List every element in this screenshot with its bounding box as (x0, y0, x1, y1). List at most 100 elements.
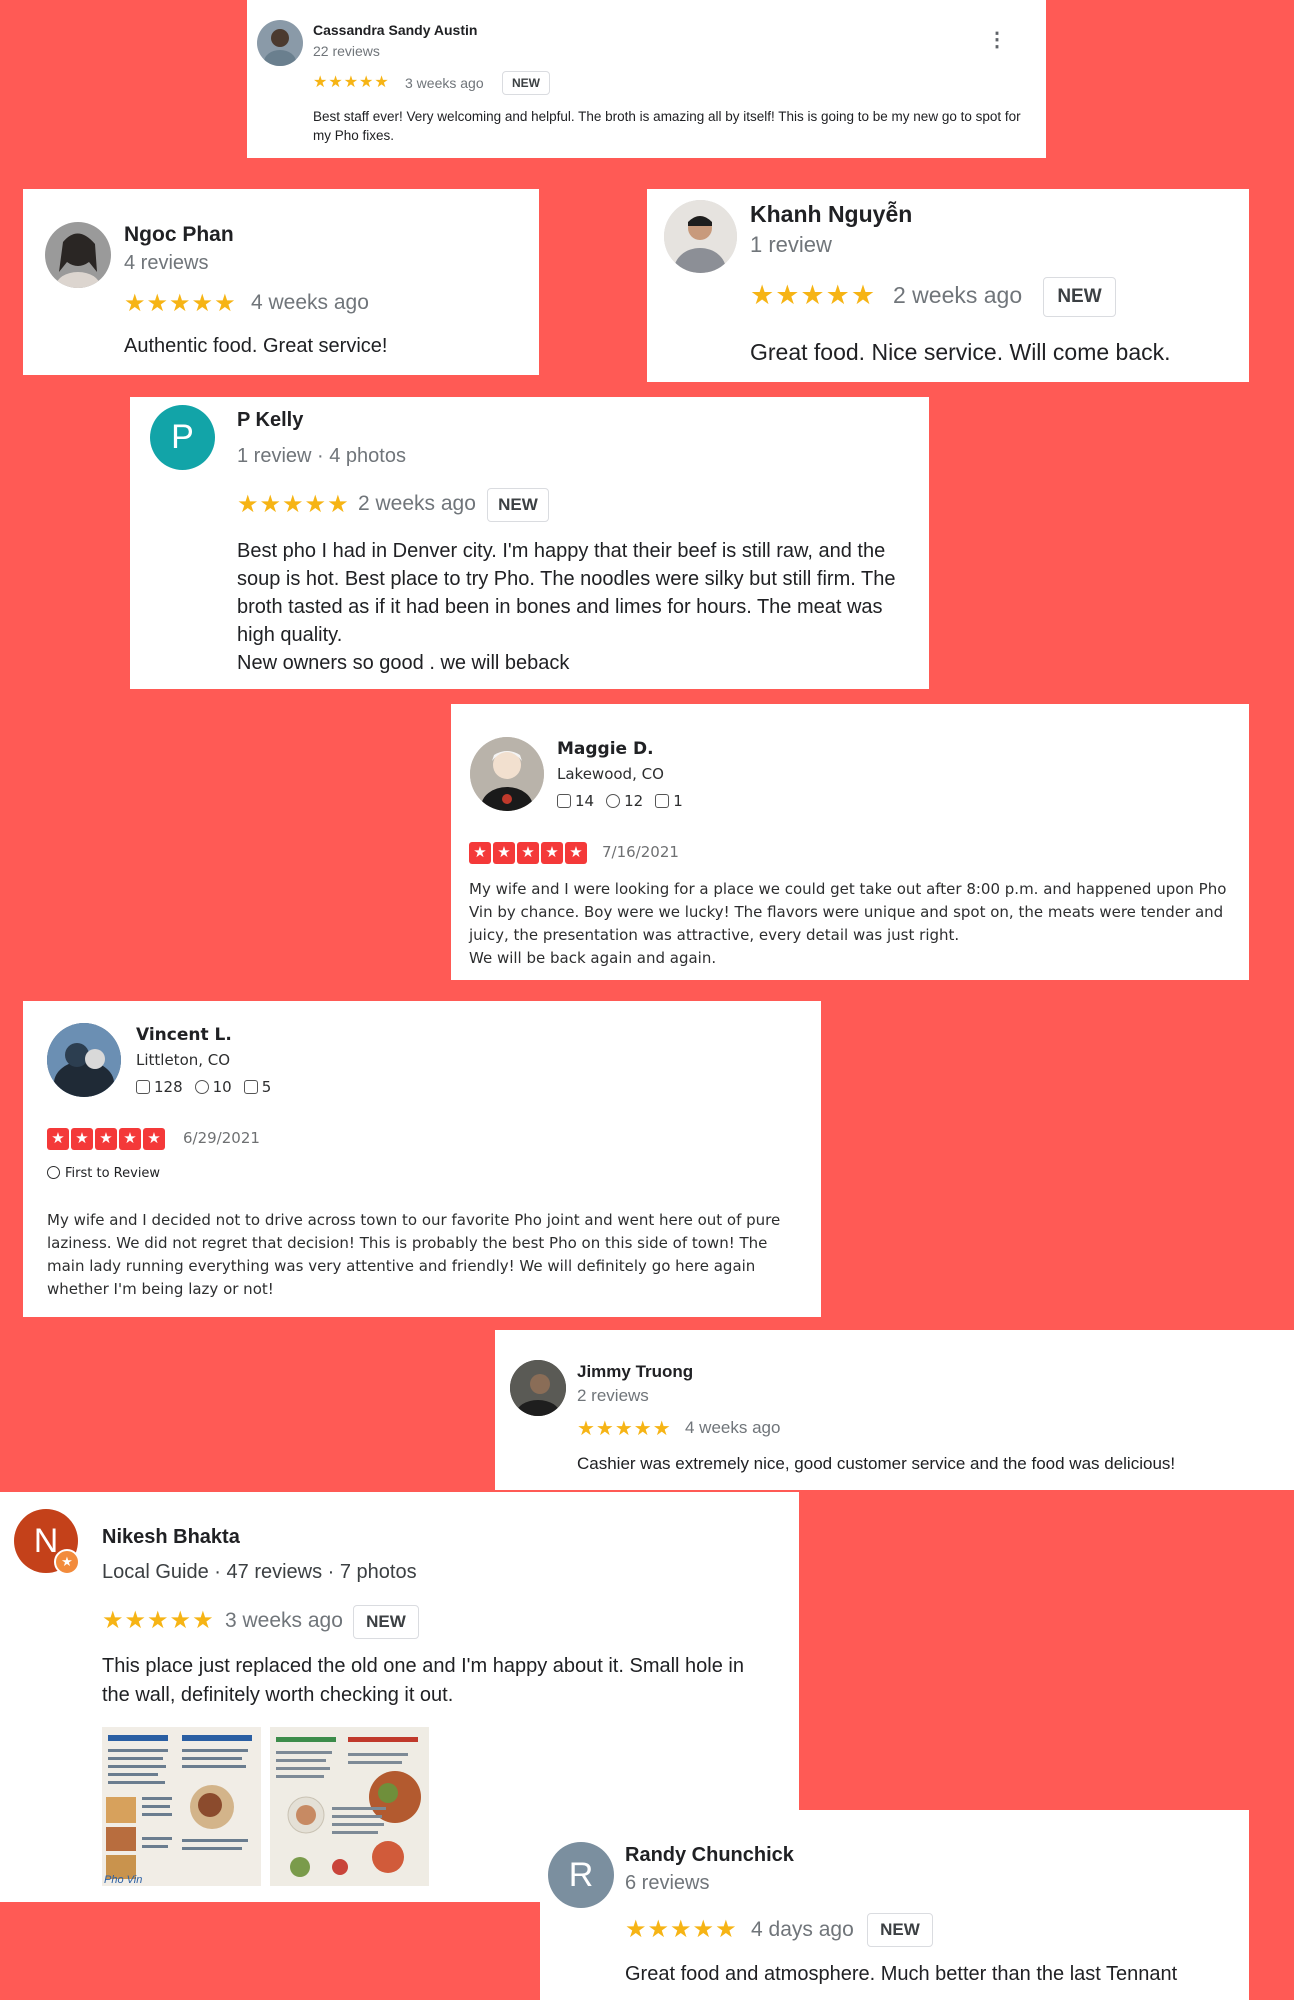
reviews-count: 12 (606, 792, 643, 810)
reviewer-name[interactable]: Vincent L. (136, 1025, 232, 1045)
review-text: Best pho I had in Denver city. I'm happy… (237, 537, 917, 677)
photo-icon (243, 1080, 258, 1094)
avatar[interactable] (45, 222, 111, 288)
more-vert-icon[interactable]: ⋮ (987, 30, 1007, 50)
review-date: 4 weeks ago (251, 291, 369, 314)
review-photo[interactable]: Pho Vin (102, 1727, 261, 1886)
reviewer-name[interactable]: Nikesh Bhakta (102, 1526, 240, 1549)
reviewer-name[interactable]: Ngoc Phan (124, 223, 234, 247)
star-icon: ★ (541, 842, 563, 864)
review-text-line: My wife and I were looking for a place w… (469, 880, 1227, 898)
reviewer-stats: 128 10 5 (136, 1078, 271, 1096)
local-guide-star-icon: ★ (54, 1549, 80, 1575)
review-text: Best staff ever! Very welcoming and help… (313, 109, 1021, 143)
new-badge: NEW (1043, 277, 1116, 317)
star-icon: ★ (517, 842, 539, 864)
photos-value: 1 (673, 792, 683, 810)
reviews-value: 12 (624, 792, 644, 810)
star-icon: ★ (47, 1128, 69, 1150)
review-text-line: main lady running everything was very at… (47, 1257, 756, 1275)
review-text-line: whether I'm being lazy or not! (47, 1280, 274, 1298)
review-card-vincent: Vincent L. Littleton, CO 128 10 5 ★ ★ ★ … (23, 1001, 821, 1317)
review-count: 1 review · 4 photos (237, 445, 406, 467)
new-badge: NEW (867, 1913, 933, 1947)
review-text-line: soup is hot. Best place to try Pho. The … (237, 568, 896, 590)
avatar[interactable]: R (548, 1842, 614, 1908)
review-card-jimmy: Jimmy Truong 2 reviews ★★★★★ 4 weeks ago… (495, 1330, 1294, 1490)
reviewer-name[interactable]: Cassandra Sandy Austin (313, 22, 477, 38)
friends-value: 128 (154, 1078, 183, 1096)
rating-stars: ★★★★★ (750, 280, 877, 310)
review-count: Local Guide · 47 reviews · 7 photos (102, 1561, 417, 1583)
rating-stars: ★★★★★ (102, 1607, 215, 1634)
rating-stars: ★★★★★ (313, 74, 390, 91)
review-text: Great food. Nice service. Will come back… (750, 339, 1171, 365)
reviewer-name[interactable]: Khanh Nguyễn (750, 201, 912, 228)
star-icon: ★ (493, 842, 515, 864)
review-count: 1 review (750, 232, 832, 257)
avatar[interactable] (510, 1360, 566, 1416)
review-text: This place just replaced the old one and… (102, 1652, 782, 1710)
review-photo[interactable] (270, 1727, 429, 1886)
star-outline-icon (606, 794, 621, 808)
review-date: 4 weeks ago (685, 1418, 781, 1437)
avatar[interactable] (470, 737, 544, 811)
friends-count: 14 (557, 792, 594, 810)
star-icon: ★ (119, 1128, 141, 1150)
photos-value: 5 (261, 1078, 272, 1096)
star-outline-icon (194, 1080, 209, 1094)
review-text: Cashier was extremely nice, good custome… (577, 1454, 1176, 1473)
photos-count: 5 (243, 1078, 272, 1096)
reviewer-name[interactable]: P Kelly (237, 409, 303, 432)
reviewer-stats: 14 12 1 (557, 792, 683, 810)
review-date: 7/16/2021 (602, 843, 679, 861)
reviewer-name[interactable]: Jimmy Truong (577, 1362, 693, 1382)
reviewer-name[interactable]: Maggie D. (557, 739, 654, 759)
review-date: 6/29/2021 (183, 1129, 260, 1147)
rating-stars: ★★★★★ (577, 1418, 672, 1440)
review-text-line: the wall, definitely worth checking it o… (102, 1684, 454, 1706)
avatar[interactable]: N ★ (14, 1509, 80, 1575)
rating-stars: ★★★★★ (625, 1916, 738, 1943)
reviews-count: 10 (194, 1078, 232, 1096)
review-date: 2 weeks ago (358, 492, 476, 515)
review-text-line: We will be back again and again. (469, 949, 717, 967)
review-text-line: Vin by chance. Boy were we lucky! The fl… (469, 903, 1224, 921)
friends-icon (557, 794, 571, 808)
review-text: Authentic food. Great service! (124, 335, 388, 357)
review-text: Great food and atmosphere. Much better t… (625, 1963, 1178, 1985)
reviewer-name[interactable]: Randy Chunchick (625, 1844, 794, 1867)
avatar[interactable] (47, 1023, 121, 1097)
review-text-line: juicy, the presentation was attractive, … (469, 926, 960, 944)
rating-stars: ★★★★★ (237, 491, 350, 518)
reviews-value: 10 (212, 1078, 232, 1096)
review-card-pkelly: P P Kelly 1 review · 4 photos ★★★★★ 2 we… (130, 397, 929, 689)
review-count: 6 reviews (625, 1872, 710, 1894)
review-count: 2 reviews (577, 1386, 649, 1405)
rating-stars: ★ ★ ★ ★ ★ (469, 842, 587, 864)
review-text-line: laziness. We did not regret that decisio… (47, 1234, 768, 1252)
new-badge: NEW (353, 1605, 419, 1639)
star-icon: ★ (565, 842, 587, 864)
review-text-line: Best pho I had in Denver city. I'm happy… (237, 540, 886, 562)
review-card-randy: R Randy Chunchick 6 reviews ★★★★★ 4 days… (540, 1810, 1249, 2000)
star-icon: ★ (143, 1128, 165, 1150)
avatar[interactable] (257, 20, 303, 66)
review-count: 22 reviews (313, 43, 380, 59)
review-date: 3 weeks ago (225, 1609, 343, 1632)
friends-count: 128 (136, 1078, 183, 1096)
badge-label: First to Review (65, 1166, 161, 1181)
reviewer-location: Littleton, CO (136, 1051, 231, 1069)
reviewer-location: Lakewood, CO (557, 765, 664, 783)
review-date: 4 days ago (751, 1918, 854, 1941)
friends-icon (136, 1080, 150, 1094)
star-icon: ★ (95, 1128, 117, 1150)
avatar[interactable] (664, 200, 737, 273)
review-text-line: This place just replaced the old one and… (102, 1655, 744, 1677)
first-to-review-badge: First to Review (47, 1166, 160, 1181)
avatar-initial: N (33, 1522, 59, 1560)
clock-icon (47, 1166, 60, 1179)
review-text-line: New owners so good . we will beback (237, 652, 570, 674)
avatar[interactable]: P (150, 405, 215, 470)
photo-caption: Pho Vin (104, 1874, 143, 1886)
